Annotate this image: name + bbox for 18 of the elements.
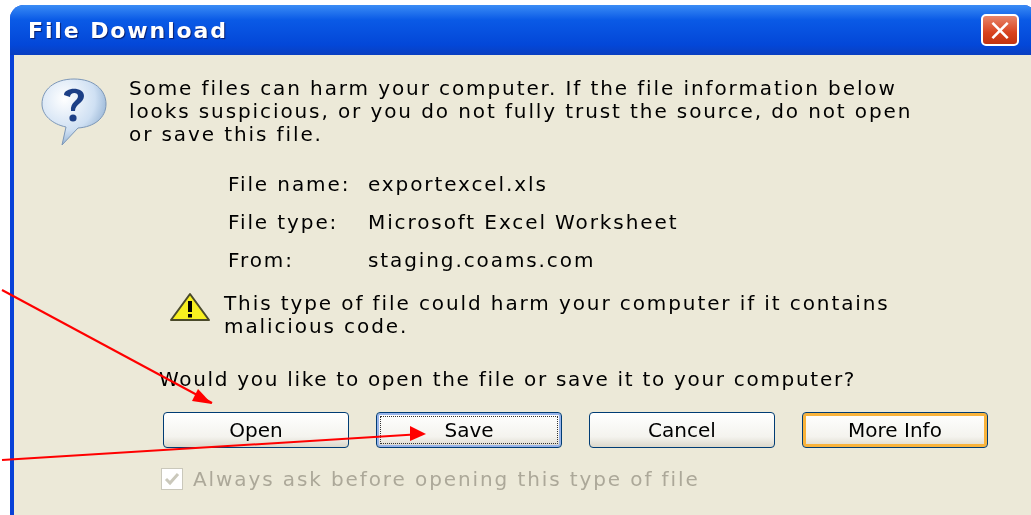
detail-label: File name: <box>228 172 352 196</box>
detail-label: From: <box>228 248 295 272</box>
detail-value: Microsoft Excel Worksheet <box>368 210 680 234</box>
dialog-button[interactable]: Save <box>376 412 562 448</box>
warning-text: This type of file could harm your computer if it contains malicious code. <box>224 292 891 338</box>
question-bubble-icon <box>40 75 108 147</box>
dialog-button[interactable]: More Info <box>802 412 988 448</box>
dialog-button[interactable]: Cancel <box>589 412 775 448</box>
warning-message: Some files can harm your computer. If the file information below looks suspicious, or you do not fully trust the source, do not open or save this file. <box>129 77 914 147</box>
warning-icon <box>168 292 212 322</box>
check-icon <box>164 472 180 486</box>
detail-label: File type: <box>228 210 340 234</box>
detail-value: staging.coams.com <box>368 248 597 272</box>
dialog-button[interactable]: Open <box>163 412 349 448</box>
window-title: File Download <box>28 17 228 43</box>
detail-value: exportexcel.xls <box>368 172 549 196</box>
close-button[interactable]: × <box>981 14 1019 46</box>
checkbox-label: Always ask before opening this type of file <box>193 467 700 491</box>
